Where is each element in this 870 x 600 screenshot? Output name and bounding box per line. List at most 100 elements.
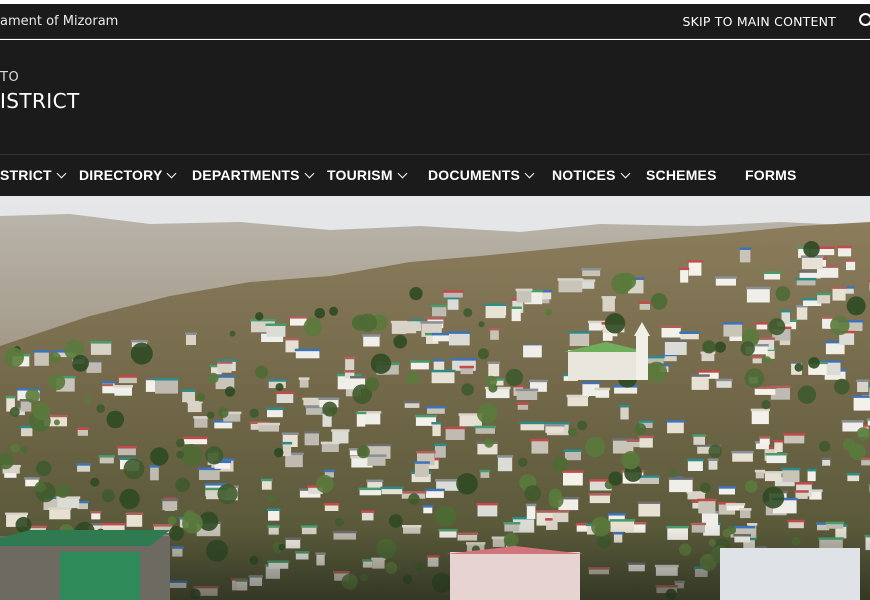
- nav-item-directory[interactable]: DIRECTORY: [79, 155, 177, 196]
- tree: [9, 406, 20, 417]
- house: [853, 397, 870, 411]
- house-roof: [331, 429, 350, 432]
- tree: [819, 440, 831, 452]
- house-roof: [403, 400, 421, 404]
- house: [57, 498, 80, 509]
- house-roof: [856, 379, 870, 382]
- house: [155, 380, 178, 394]
- house-roof: [5, 395, 16, 399]
- house-roof: [430, 369, 456, 373]
- nav-item-notices[interactable]: NOTICES: [552, 155, 631, 196]
- house-roof: [161, 498, 179, 502]
- house: [150, 467, 159, 481]
- house-roof: [433, 443, 447, 447]
- house-roof: [795, 482, 813, 485]
- tree: [175, 477, 190, 493]
- tree: [10, 443, 20, 453]
- house-roof: [619, 405, 630, 408]
- house: [261, 480, 272, 490]
- house-roof: [525, 503, 537, 507]
- house-roof: [637, 501, 662, 504]
- house: [754, 388, 776, 395]
- tree: [740, 341, 755, 356]
- house-roof: [816, 292, 832, 296]
- house-roof: [289, 316, 308, 319]
- tree: [167, 516, 177, 526]
- house-roof: [267, 508, 281, 511]
- house-roof: [416, 450, 436, 454]
- nav-item-documents[interactable]: DOCUMENTS: [428, 155, 535, 196]
- tree: [476, 402, 498, 424]
- house-roof: [845, 259, 857, 262]
- tree: [84, 396, 92, 404]
- house-roof: [714, 276, 737, 279]
- house: [511, 308, 521, 322]
- house: [739, 249, 751, 263]
- government-label[interactable]: ament of Mizoram: [0, 4, 118, 39]
- house-roof: [181, 389, 196, 392]
- house: [324, 505, 339, 511]
- nav-item-label: TOURISM: [327, 167, 393, 183]
- house: [567, 396, 588, 407]
- house: [363, 336, 380, 347]
- house-roof: [821, 316, 834, 319]
- house: [620, 407, 629, 420]
- house-roof: [544, 424, 565, 427]
- house: [34, 352, 49, 366]
- site-subtitle[interactable]: TO: [0, 70, 19, 85]
- house-roof: [362, 334, 381, 337]
- nav-item-tourism[interactable]: TOURISM: [327, 155, 408, 196]
- house-roof: [679, 267, 690, 271]
- house: [782, 469, 800, 482]
- tree: [549, 488, 562, 502]
- tree: [619, 272, 637, 290]
- house: [295, 350, 320, 359]
- house: [687, 493, 705, 500]
- nav-item-district[interactable]: STRICT: [0, 155, 67, 196]
- tree: [435, 505, 457, 527]
- house: [639, 477, 659, 484]
- house: [349, 450, 359, 456]
- site-title[interactable]: ISTRICT: [0, 89, 80, 113]
- nav-item-departments[interactable]: DEPARTMENTS: [192, 155, 315, 196]
- house: [740, 510, 751, 519]
- main-navigation: STRICT DIRECTORY DEPARTMENTS TOURISM DOC…: [0, 154, 870, 196]
- house-roof: [358, 487, 382, 491]
- house: [582, 270, 601, 277]
- house-roof: [125, 512, 144, 515]
- search-icon[interactable]: [858, 12, 870, 30]
- tree: [130, 342, 153, 365]
- nav-item-forms[interactable]: FORMS: [745, 155, 797, 196]
- tree: [72, 354, 89, 372]
- house-roof: [100, 522, 126, 526]
- house: [194, 418, 208, 428]
- nav-item-schemes[interactable]: SCHEMES: [646, 155, 717, 196]
- house-roof: [217, 361, 233, 364]
- house-roof: [660, 325, 682, 328]
- house: [796, 279, 816, 286]
- house: [718, 488, 735, 495]
- tree: [389, 514, 403, 528]
- house: [117, 448, 136, 456]
- house-roof: [24, 477, 40, 480]
- tree: [255, 365, 269, 379]
- tree: [175, 438, 185, 448]
- house: [774, 442, 783, 453]
- house-roof: [530, 438, 550, 442]
- tree: [524, 485, 541, 502]
- tree: [176, 450, 185, 459]
- house-roof: [795, 277, 817, 281]
- house-roof: [738, 247, 752, 250]
- house: [595, 389, 610, 398]
- tree: [322, 401, 338, 417]
- house: [410, 362, 429, 370]
- tree: [249, 408, 259, 418]
- house: [817, 294, 831, 304]
- tree: [53, 419, 60, 426]
- tree: [646, 361, 667, 383]
- house-roof: [422, 505, 434, 508]
- house-roof: [98, 455, 115, 458]
- skip-to-main-content-link[interactable]: SKIP TO MAIN CONTENT: [682, 4, 836, 39]
- house: [715, 278, 736, 286]
- house-roof: [755, 322, 769, 325]
